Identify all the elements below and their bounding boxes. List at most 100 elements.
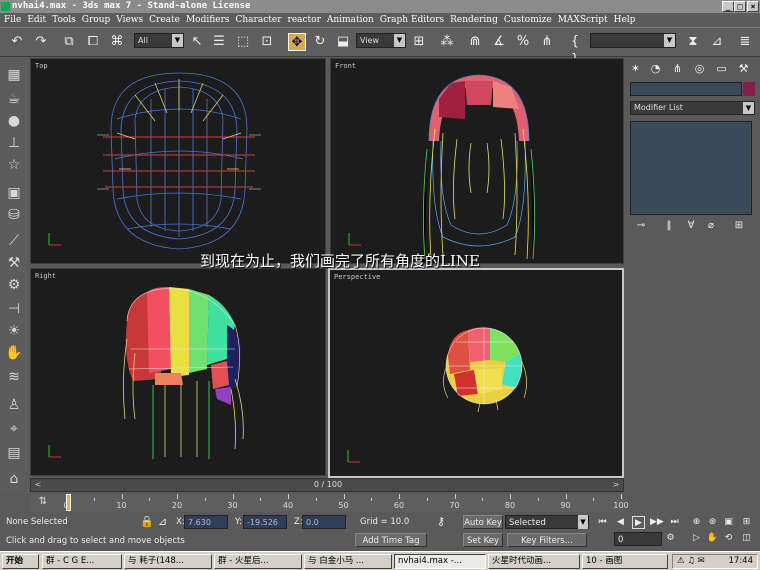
bind-spacewarp-icon[interactable]: ⌘	[108, 33, 126, 51]
zoom-all-icon[interactable]: ⊛	[706, 516, 719, 529]
prev-frame-arrow-icon[interactable]: <	[31, 479, 45, 491]
go-to-end-icon[interactable]: ⏭	[668, 516, 681, 529]
pivot-point-icon[interactable]: ⊞	[410, 33, 428, 51]
maximize-viewport-icon[interactable]: ◫	[740, 532, 753, 545]
hierarchy-tab-icon[interactable]: ⋔	[670, 61, 685, 76]
layer-manager-icon[interactable]: ≣	[736, 33, 754, 51]
motion-tab-icon[interactable]: ◎	[692, 61, 707, 76]
gear-icon[interactable]: ⚙	[4, 275, 24, 295]
bone-icon[interactable]: ⟋	[4, 231, 24, 251]
tray-icons[interactable]: ⚠ ♫ ✉	[677, 555, 705, 568]
modifier-list-dropdown[interactable]: Modifier List ▼	[630, 101, 755, 115]
pin-stack-icon[interactable]: ⊸	[634, 219, 648, 233]
zoom-extents-icon[interactable]: ▣	[722, 516, 735, 529]
menu-help[interactable]: Help	[614, 13, 642, 27]
undo-icon[interactable]: ↶	[8, 33, 26, 51]
maximize-button[interactable]: □	[734, 1, 746, 12]
film-icon[interactable]: ▤	[4, 443, 24, 463]
object-name-field[interactable]	[630, 82, 742, 96]
reference-coordinate-dropdown[interactable]: View ▼	[356, 33, 406, 48]
select-object-icon[interactable]: ↖	[188, 33, 206, 51]
menu-views[interactable]: Views	[116, 13, 149, 27]
angle-snap-icon[interactable]: ∡	[490, 33, 508, 51]
star-icon[interactable]: ☆	[4, 155, 24, 175]
fov-icon[interactable]: ▷	[690, 532, 703, 545]
unlink-icon[interactable]: ⧠	[84, 33, 102, 51]
configure-sets-icon[interactable]: ⊞	[732, 219, 746, 233]
select-by-name-icon[interactable]: ☰	[210, 33, 228, 51]
taskbar-item-active[interactable]: nvhai4.max -...	[394, 554, 486, 569]
viewport-top[interactable]: Top	[30, 58, 326, 264]
teapot-icon[interactable]: ☕	[4, 89, 24, 109]
zoom-icon[interactable]: ⊕	[690, 516, 703, 529]
menu-group[interactable]: Group	[82, 13, 116, 27]
snaps-toggle-icon[interactable]: ⋒	[466, 33, 484, 51]
wave-icon[interactable]: ≋	[4, 367, 24, 387]
redo-icon[interactable]: ↷	[32, 33, 50, 51]
window-crossing-icon[interactable]: ⊡	[258, 33, 276, 51]
menu-edit[interactable]: Edit	[27, 13, 52, 27]
menu-modifiers[interactable]: Modifiers	[186, 13, 236, 27]
track-bar[interactable]: 0102030405060708090100	[30, 494, 629, 512]
time-slider-handle[interactable]	[66, 494, 71, 511]
select-and-scale-icon[interactable]: ⬓	[334, 33, 352, 51]
absolute-mode-icon[interactable]: ⊿	[158, 515, 167, 529]
viewport-right[interactable]: Right	[30, 268, 326, 476]
menu-graph-editors[interactable]: Graph Editors	[380, 13, 450, 27]
spinner-snap-icon[interactable]: ⋔	[538, 33, 556, 51]
modifier-stack[interactable]	[630, 121, 752, 215]
menu-tools[interactable]: Tools	[52, 13, 82, 27]
align-icon[interactable]: ⊿	[708, 33, 726, 51]
rect-selection-icon[interactable]: ⬚	[234, 33, 252, 51]
show-end-result-icon[interactable]: ‖	[662, 219, 676, 233]
key-mode-dropdown[interactable]: Selected	[505, 515, 589, 529]
cylinder-icon[interactable]: ⛁	[4, 205, 24, 225]
add-time-tag-button[interactable]: Add Time Tag	[355, 533, 427, 547]
object-color-swatch[interactable]	[743, 82, 755, 96]
current-frame-field[interactable]: 0	[614, 532, 662, 546]
minimize-button[interactable]: _	[722, 1, 734, 12]
remove-modifier-icon[interactable]: ⌀	[704, 219, 718, 233]
menu-maxscript[interactable]: MAXScript	[558, 13, 614, 27]
hand-icon[interactable]: ✋	[4, 343, 24, 363]
modify-tab-icon[interactable]: ◔	[648, 61, 663, 76]
x-coordinate-field[interactable]: 7.630	[184, 515, 228, 529]
bar-chart-icon[interactable]: ▦	[4, 65, 24, 85]
named-selection-icon[interactable]: { }	[566, 33, 584, 67]
menu-create[interactable]: Create	[149, 13, 186, 27]
key-filters-button[interactable]: Key Filters...	[507, 533, 587, 547]
next-frame-icon[interactable]: ▶▶	[650, 516, 664, 529]
percent-snap-icon[interactable]: %	[514, 33, 532, 51]
menu-animation[interactable]: Animation	[327, 13, 380, 27]
prev-frame-icon[interactable]: ◀	[614, 516, 627, 529]
menu-reactor[interactable]: reactor	[288, 13, 327, 27]
taskbar-item[interactable]: 群 - C G E...	[42, 554, 122, 569]
menu-rendering[interactable]: Rendering	[450, 13, 504, 27]
figure-icon[interactable]: ♙	[4, 395, 24, 415]
viewport-front[interactable]: Front	[330, 58, 624, 264]
time-config-icon[interactable]: ⚙	[664, 532, 677, 545]
auto-key-button[interactable]: Auto Key	[463, 515, 503, 529]
taskbar-item[interactable]: 与 白金小马 ...	[304, 554, 392, 569]
tag-icon[interactable]: ⌖	[4, 419, 24, 439]
viewport-perspective[interactable]: Perspective	[328, 268, 624, 478]
make-unique-icon[interactable]: ∀	[684, 219, 698, 233]
taskbar-item[interactable]: 群 - 火星后...	[214, 554, 302, 569]
utilities-tab-icon[interactable]: ⚒	[736, 61, 751, 76]
camera-icon[interactable]: ⌂	[4, 469, 24, 489]
select-manipulate-icon[interactable]: ⁂	[438, 33, 456, 51]
sphere-icon[interactable]: ●	[4, 111, 24, 131]
selection-filter-dropdown[interactable]: All ▼	[134, 33, 184, 48]
menu-file[interactable]: File	[4, 13, 27, 27]
sun-icon[interactable]: ☀	[4, 321, 24, 341]
start-button[interactable]: 开始	[2, 554, 39, 569]
taskbar-item[interactable]: 火星时代动画...	[488, 554, 580, 569]
taskbar-item[interactable]: 10 - 画图	[582, 554, 668, 569]
time-slider[interactable]: 0 / 100 < >	[30, 478, 624, 492]
create-tab-icon[interactable]: ✶	[628, 61, 643, 76]
orbit-icon[interactable]: ⟲	[722, 532, 735, 545]
link-icon[interactable]: ⧉	[60, 33, 78, 51]
named-selection-sets-dropdown[interactable]: ▼	[590, 33, 676, 48]
y-coordinate-field[interactable]: -19.526	[243, 515, 287, 529]
mirror-icon[interactable]: ⧗	[684, 33, 702, 51]
